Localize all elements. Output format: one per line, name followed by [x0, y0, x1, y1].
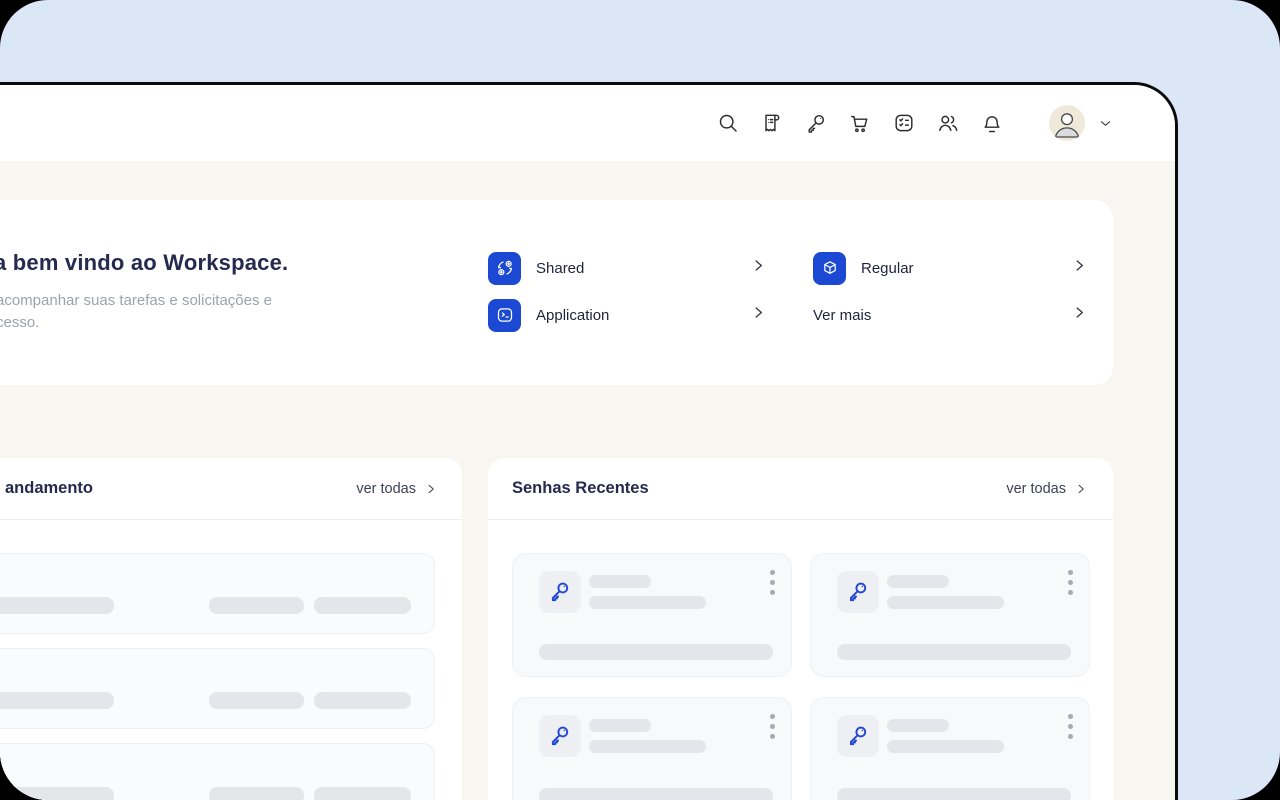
task-list-item[interactable] — [0, 553, 435, 634]
chevron-right-icon — [751, 305, 766, 325]
recent-passwords-panel: Senhas Recentes ver todas — [488, 458, 1113, 800]
password-card[interactable] — [512, 553, 792, 677]
kebab-menu-icon[interactable] — [768, 712, 777, 741]
skeleton-bar — [887, 740, 1004, 753]
skeleton-bar — [0, 597, 114, 614]
screen-canvas: a bem vindo ao Workspace. acompanhar sua… — [0, 0, 1280, 800]
skeleton-bar — [0, 692, 114, 709]
bell-icon[interactable] — [980, 111, 1004, 135]
skeleton-bar — [539, 788, 773, 800]
quick-link-label: Ver mais — [813, 307, 871, 324]
tasks-skeleton-list — [0, 553, 435, 800]
quick-link-label: Application — [536, 307, 609, 324]
regular-icon — [813, 252, 846, 285]
header-icon-row — [716, 85, 1114, 161]
key-icon — [539, 715, 581, 757]
receipt-icon[interactable] — [760, 111, 784, 135]
skeleton-bar — [589, 575, 651, 588]
app-header — [0, 85, 1175, 161]
application-icon — [488, 299, 521, 332]
skeleton-bar — [0, 787, 114, 800]
key-icon — [539, 571, 581, 613]
chevron-right-icon — [1072, 258, 1087, 278]
password-card[interactable] — [810, 553, 1090, 677]
chevron-down-icon[interactable] — [1097, 115, 1114, 132]
skeleton-bar — [887, 575, 949, 588]
skeleton-bar — [209, 787, 304, 800]
welcome-text: a bem vindo ao Workspace. acompanhar sua… — [0, 250, 414, 334]
kebab-menu-icon[interactable] — [768, 568, 777, 597]
skeleton-bar — [314, 597, 411, 614]
password-card[interactable] — [810, 697, 1090, 800]
quick-links-column-2: Regular Ver mais — [813, 250, 1087, 333]
kebab-menu-icon[interactable] — [1066, 568, 1075, 597]
tasks-see-all-link[interactable]: ver todas — [356, 481, 437, 497]
chevron-right-icon — [751, 258, 766, 278]
welcome-subtitle-line2: cesso. — [0, 314, 39, 331]
user-avatar[interactable] — [1049, 105, 1085, 141]
tasks-see-all-label: ver todas — [356, 481, 416, 497]
passwords-see-all-label: ver todas — [1006, 481, 1066, 497]
quick-link-application[interactable]: Application — [488, 297, 766, 333]
passwords-see-all-link[interactable]: ver todas — [1006, 481, 1087, 497]
password-card[interactable] — [512, 697, 792, 800]
skeleton-bar — [887, 596, 1004, 609]
skeleton-bar — [589, 740, 706, 753]
skeleton-bar — [539, 644, 773, 660]
skeleton-bar — [314, 787, 411, 800]
tasks-panel-header: andamento ver todas — [0, 458, 462, 520]
quick-links-column-1: Shared Application — [488, 250, 766, 333]
skeleton-bar — [589, 719, 651, 732]
tasks-panel: andamento ver todas — [0, 458, 462, 800]
quick-link-ver-mais[interactable]: Ver mais — [813, 297, 1087, 333]
welcome-subtitle-line1: acompanhar suas tarefas e solicitações e — [0, 292, 272, 309]
quick-link-label: Shared — [536, 260, 584, 277]
checklist-icon[interactable] — [892, 111, 916, 135]
welcome-card: a bem vindo ao Workspace. acompanhar sua… — [0, 200, 1113, 385]
skeleton-bar — [209, 692, 304, 709]
key-icon — [837, 715, 879, 757]
chevron-right-icon — [1072, 305, 1087, 325]
key-icon[interactable] — [804, 111, 828, 135]
kebab-menu-icon[interactable] — [1066, 712, 1075, 741]
skeleton-bar — [837, 788, 1071, 800]
quick-link-label: Regular — [861, 260, 914, 277]
search-icon[interactable] — [716, 111, 740, 135]
skeleton-bar — [887, 719, 949, 732]
passwords-grid — [512, 553, 1090, 800]
task-list-item[interactable] — [0, 743, 435, 800]
skeleton-bar — [837, 644, 1071, 660]
welcome-subtitle: acompanhar suas tarefas e solicitações e… — [0, 290, 414, 334]
key-icon — [837, 571, 879, 613]
task-list-item[interactable] — [0, 648, 435, 729]
users-icon[interactable] — [936, 111, 960, 135]
passwords-panel-title: Senhas Recentes — [512, 479, 649, 498]
welcome-title: a bem vindo ao Workspace. — [0, 250, 414, 276]
tasks-panel-title: andamento — [5, 479, 93, 498]
skeleton-bar — [314, 692, 411, 709]
cart-icon[interactable] — [848, 111, 872, 135]
quick-link-shared[interactable]: Shared — [488, 250, 766, 286]
skeleton-bar — [589, 596, 706, 609]
chevron-right-icon — [425, 483, 437, 495]
passwords-panel-header: Senhas Recentes ver todas — [488, 458, 1113, 520]
skeleton-bar — [209, 597, 304, 614]
quick-link-regular[interactable]: Regular — [813, 250, 1087, 286]
shared-icon — [488, 252, 521, 285]
chevron-right-icon — [1075, 483, 1087, 495]
